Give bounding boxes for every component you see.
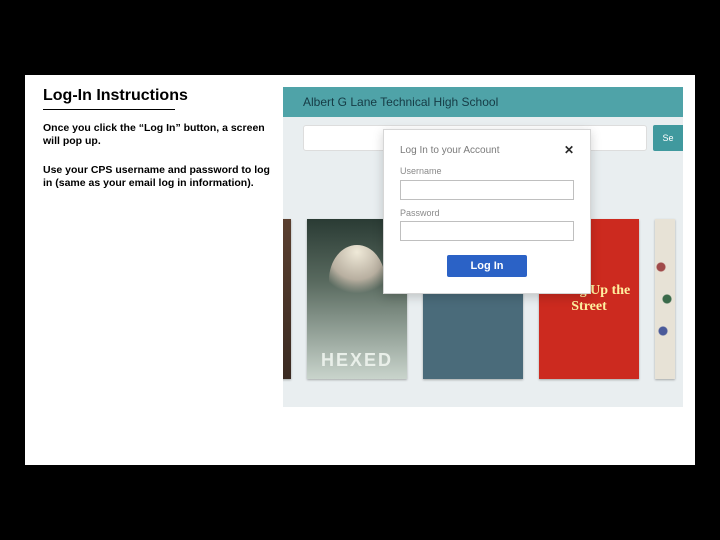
modal-header: Log In to your Account ✕ <box>400 144 574 156</box>
slide: Log-In Instructions Once you click the “… <box>25 75 695 465</box>
login-button[interactable]: Log In <box>447 255 527 277</box>
school-name: Albert G Lane Technical High School <box>303 95 498 109</box>
screenshot-area: Albert G Lane Technical High School Se H… <box>283 87 683 407</box>
search-button[interactable]: Se <box>653 125 683 151</box>
username-field[interactable] <box>400 180 574 200</box>
paragraph-2: Use your CPS username and password to lo… <box>43 164 273 190</box>
heading: Log-In Instructions <box>43 87 273 105</box>
paragraph-1: Once you click the “Log In” button, a sc… <box>43 122 273 148</box>
username-label: Username <box>400 166 574 176</box>
instructions-column: Log-In Instructions Once you click the “… <box>43 87 273 207</box>
heading-underline <box>43 109 175 110</box>
site-topbar: Albert G Lane Technical High School <box>283 87 683 117</box>
password-label: Password <box>400 208 574 218</box>
modal-title: Log In to your Account <box>400 145 500 156</box>
book-cover[interactable] <box>283 219 291 379</box>
close-icon[interactable]: ✕ <box>564 144 574 156</box>
password-field[interactable] <box>400 221 574 241</box>
book-cover[interactable] <box>655 219 675 379</box>
book-title: HEXED <box>307 350 407 371</box>
login-modal: Log In to your Account ✕ Username Passwo… <box>383 129 591 294</box>
